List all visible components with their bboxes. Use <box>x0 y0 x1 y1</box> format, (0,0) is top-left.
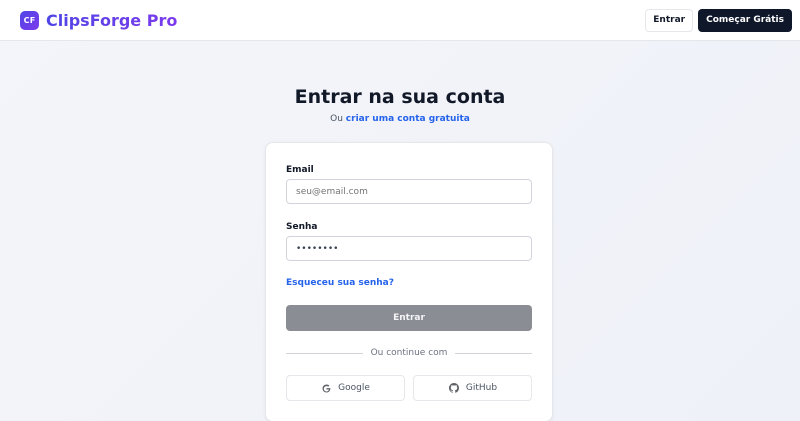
subtitle-prefix: Ou <box>330 114 343 124</box>
github-label: GitHub <box>465 383 498 393</box>
email-label: Email <box>286 165 314 175</box>
password-label: Senha <box>286 222 318 232</box>
google-label: Google <box>338 383 370 393</box>
login-card: Email Senha Esqueceu sua senha? Entrar O… <box>265 142 553 421</box>
page-title: Entrar na sua conta <box>294 86 506 108</box>
google-login-button[interactable]: Google <box>286 375 405 401</box>
create-account-link[interactable]: criar uma conta gratuita <box>346 114 470 124</box>
password-field[interactable] <box>286 236 532 261</box>
github-login-button[interactable]: GitHub <box>413 375 532 401</box>
submit-button[interactable]: Entrar <box>286 305 532 331</box>
github-icon <box>448 383 459 393</box>
brand-name: ClipsForge Pro <box>46 10 178 30</box>
nav-actions: Entrar Começar Grátis <box>645 8 792 32</box>
divider-line-left <box>286 352 363 354</box>
top-nav: CF ClipsForge Pro Entrar Começar Grátis <box>0 0 800 41</box>
page-subtitle: Ou criar uma conta gratuita <box>0 114 800 124</box>
forgot-password-link[interactable]: Esqueceu sua senha? <box>286 278 394 288</box>
brand[interactable]: CF ClipsForge Pro <box>20 10 178 30</box>
divider: Ou continue com <box>286 347 532 359</box>
divider-line-right <box>455 352 532 354</box>
divider-text: Ou continue com <box>370 348 448 358</box>
email-field[interactable] <box>286 179 532 204</box>
logo-icon: CF <box>20 10 39 30</box>
login-button[interactable]: Entrar <box>645 8 694 32</box>
google-icon <box>322 384 331 392</box>
get-started-button[interactable]: Começar Grátis <box>698 8 792 32</box>
